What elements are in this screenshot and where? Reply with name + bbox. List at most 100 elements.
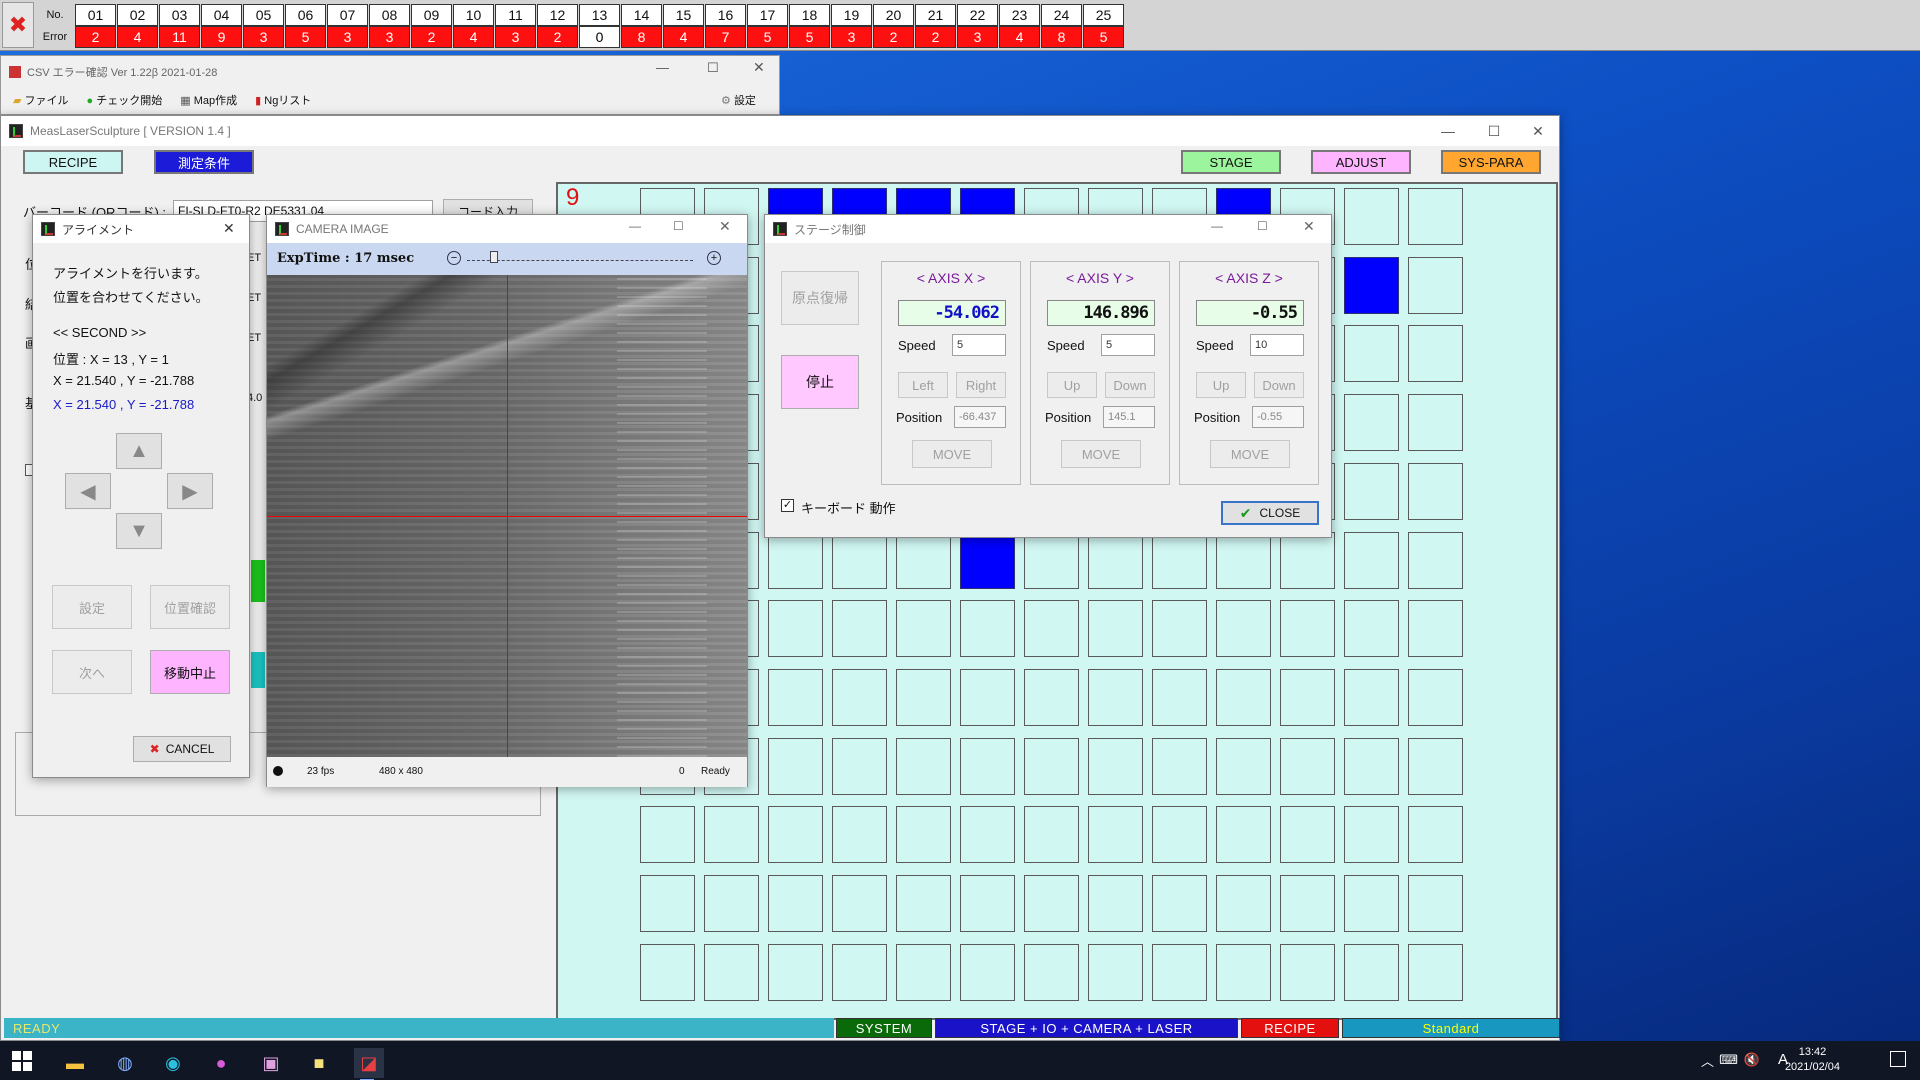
adjust-button[interactable]: ADJUST — [1311, 150, 1411, 174]
map-cell[interactable] — [768, 668, 823, 726]
map-cell[interactable] — [1408, 188, 1463, 245]
camera-image[interactable] — [267, 275, 747, 757]
meas-app-icon[interactable]: ◪ — [354, 1048, 384, 1078]
map-cell[interactable] — [1024, 668, 1079, 726]
position-field[interactable]: -0.55 — [1252, 406, 1304, 428]
map-cell[interactable] — [960, 737, 1015, 795]
map-cell[interactable] — [1408, 943, 1463, 1001]
map-cell[interactable] — [896, 668, 951, 726]
notes-app-icon[interactable]: ■ — [304, 1048, 334, 1078]
axis-btn-1[interactable]: Up — [1196, 372, 1246, 398]
map-cell[interactable] — [832, 600, 887, 658]
maximize-icon[interactable]: ☐ — [1257, 219, 1268, 233]
map-cell[interactable] — [960, 668, 1015, 726]
recipe-button[interactable]: RECIPE — [23, 150, 123, 174]
axis-btn-2[interactable]: Down — [1105, 372, 1155, 398]
map-cell[interactable] — [1088, 531, 1143, 589]
map-cell[interactable] — [896, 737, 951, 795]
stop-button[interactable]: 停止 — [781, 355, 859, 409]
map-cell[interactable] — [1152, 875, 1207, 932]
map-cell[interactable] — [1280, 531, 1335, 589]
slider-thumb[interactable] — [489, 251, 498, 263]
ime-indicator[interactable]: A — [1778, 1051, 1788, 1068]
map-cell[interactable] — [1024, 737, 1079, 795]
close-button[interactable]: ✔ CLOSE — [1221, 501, 1319, 525]
position-field[interactable]: 145.1 — [1103, 406, 1155, 428]
map-cell[interactable] — [960, 806, 1015, 864]
cancel-button[interactable]: ✖ CANCEL — [133, 736, 231, 762]
map-cell[interactable] — [1216, 943, 1271, 1001]
zoom-in-icon[interactable]: + — [707, 251, 721, 265]
axis-btn-1[interactable]: Left — [898, 372, 948, 398]
map-cell[interactable] — [1408, 462, 1463, 520]
maximize-icon[interactable]: ☐ — [673, 219, 684, 233]
close-icon[interactable]: ✕ — [1515, 116, 1561, 146]
map-cell[interactable] — [896, 943, 951, 1001]
map-cell[interactable] — [1408, 737, 1463, 795]
map-cell[interactable] — [1024, 875, 1079, 932]
map-cell[interactable] — [1280, 600, 1335, 658]
map-cell[interactable] — [704, 875, 759, 932]
map-cell[interactable] — [1408, 600, 1463, 658]
move-button[interactable]: MOVE — [912, 440, 992, 468]
map-cell[interactable] — [1152, 531, 1207, 589]
close-icon[interactable]: ✕ — [223, 220, 235, 237]
map-cell[interactable] — [1344, 188, 1399, 245]
map-cell[interactable] — [1408, 256, 1463, 314]
clock[interactable]: 13:42 2021/02/04 — [1785, 1045, 1840, 1075]
map-cell[interactable] — [896, 806, 951, 864]
map-cell[interactable] — [1344, 394, 1399, 452]
map-cell[interactable] — [832, 875, 887, 932]
tray-chevron-icon[interactable]: ︿ — [1701, 1051, 1714, 1070]
close-icon[interactable]: ✕ — [719, 218, 731, 235]
map-cell[interactable] — [1344, 256, 1399, 314]
move-left-button[interactable]: ◀ — [65, 473, 111, 509]
map-cell[interactable] — [960, 943, 1015, 1001]
minimize-icon[interactable]: — — [656, 60, 669, 75]
minimize-icon[interactable]: — — [1211, 219, 1223, 233]
map-cell[interactable] — [640, 943, 695, 1001]
map-cell[interactable] — [960, 531, 1015, 589]
home-return-button[interactable]: 原点復帰 — [781, 271, 859, 325]
map-cell[interactable] — [832, 531, 887, 589]
map-cell[interactable] — [1344, 737, 1399, 795]
network-icon[interactable]: ⌨ — [1719, 1052, 1738, 1068]
map-cell[interactable] — [1344, 462, 1399, 520]
map-cell[interactable] — [704, 806, 759, 864]
map-cell[interactable] — [1088, 600, 1143, 658]
map-cell[interactable] — [1216, 600, 1271, 658]
map-cell[interactable] — [1088, 737, 1143, 795]
menu-check-start[interactable]: ● チェック開始 — [87, 92, 163, 108]
map-cell[interactable] — [1344, 875, 1399, 932]
close-icon[interactable]: ✖ — [2, 2, 34, 48]
map-cell[interactable] — [896, 600, 951, 658]
map-cell[interactable] — [768, 531, 823, 589]
map-cell[interactable] — [832, 943, 887, 1001]
map-cell[interactable] — [1152, 806, 1207, 864]
speed-field[interactable]: 5 — [1101, 334, 1155, 356]
move-button[interactable]: MOVE — [1210, 440, 1290, 468]
menu-map[interactable]: ▦ Map作成 — [180, 92, 237, 108]
map-cell[interactable] — [640, 875, 695, 932]
move-right-button[interactable]: ▶ — [167, 473, 213, 509]
move-button[interactable]: MOVE — [1061, 440, 1141, 468]
position-field[interactable]: -66.437 — [954, 406, 1006, 428]
map-cell[interactable] — [768, 806, 823, 864]
map-cell[interactable] — [1152, 737, 1207, 795]
map-cell[interactable] — [960, 875, 1015, 932]
map-cell[interactable] — [1152, 600, 1207, 658]
map-cell[interactable] — [1344, 943, 1399, 1001]
menu-file[interactable]: ▰ ファイル — [13, 92, 69, 108]
map-cell[interactable] — [768, 875, 823, 932]
keyboard-checkbox[interactable]: ✓ — [781, 499, 794, 512]
move-down-button[interactable]: ▼ — [116, 513, 162, 549]
map-cell[interactable] — [1024, 531, 1079, 589]
notification-icon[interactable] — [1890, 1051, 1906, 1067]
sys-para-button[interactable]: SYS-PARA — [1441, 150, 1541, 174]
close-icon[interactable]: ✕ — [753, 59, 765, 76]
map-cell[interactable] — [832, 806, 887, 864]
close-icon[interactable]: ✕ — [1303, 218, 1315, 235]
map-cell[interactable] — [896, 531, 951, 589]
map-cell[interactable] — [1024, 943, 1079, 1001]
measure-conditions-button[interactable]: 測定条件 — [154, 150, 254, 174]
